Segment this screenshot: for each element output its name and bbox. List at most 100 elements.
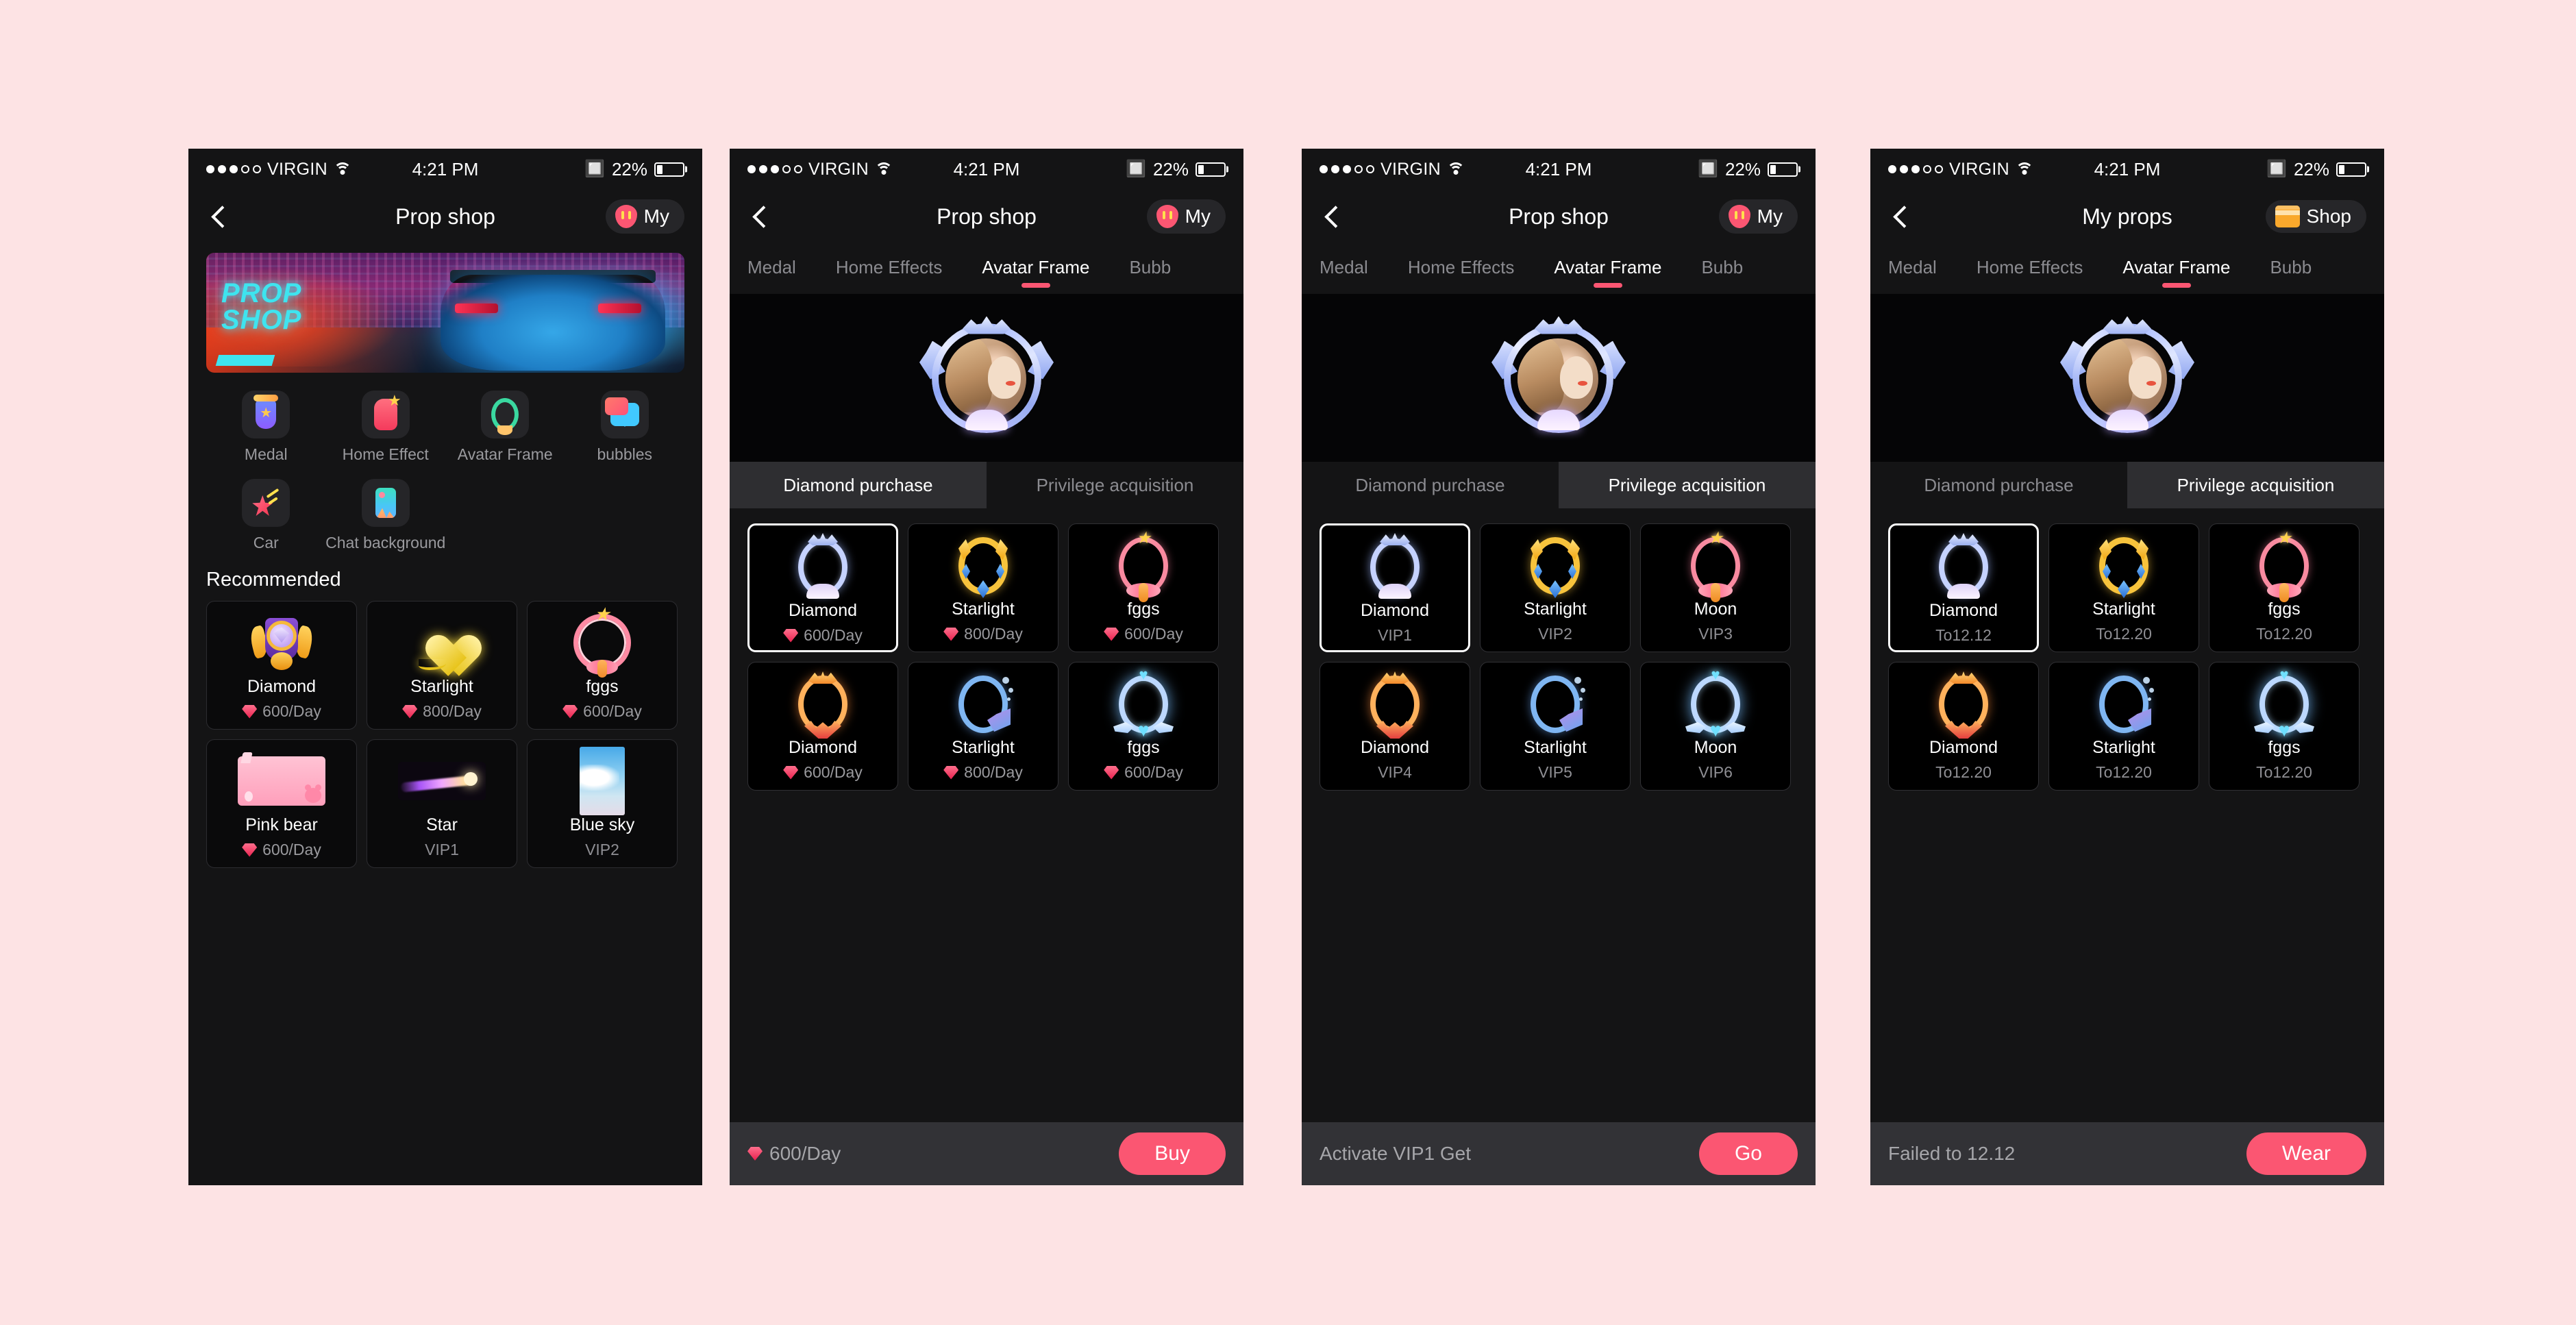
battery-icon (2336, 162, 2367, 177)
tab-home-effects[interactable]: Home Effects (1977, 257, 2083, 289)
banner-headline: PROP SHOP (221, 280, 301, 334)
my-button-label: My (1185, 206, 1211, 227)
signal-strength-icon (1320, 165, 1374, 173)
car-icon (242, 479, 290, 527)
banner-taillight-left (454, 303, 498, 313)
frame-card[interactable]: ♥ ♥ Moon VIP6 (1640, 662, 1791, 791)
section-title-recommended: Recommended (206, 569, 341, 591)
frame-card[interactable]: Starlight To12.20 (2048, 662, 2199, 791)
shop-button[interactable]: Shop (2265, 200, 2366, 233)
phone-screen-prop-shop-home: VIRGIN 4:21 PM 🔲 22% Prop shop My PROP S… (188, 149, 702, 1185)
frame-art (1370, 672, 1420, 736)
item-name: Diamond (1929, 601, 1998, 620)
category-item-home-effect[interactable]: Home Effect (326, 391, 446, 464)
battery-percent-label: 22% (2293, 158, 2330, 179)
avatar (2060, 316, 2182, 433)
nav-bar: Prop shop My (1302, 190, 1816, 243)
item-price: 600/Day (783, 763, 863, 782)
frame-card[interactable]: Diamond 600/Day (747, 662, 898, 791)
subtab-privilege-acquisition[interactable]: Privilege acquisition (1559, 462, 1816, 508)
category-item-chat-background[interactable]: Chat background (325, 479, 445, 552)
my-button[interactable]: My (1718, 199, 1798, 234)
category-item-avatar-frame[interactable]: Avatar Frame (445, 391, 565, 464)
chevron-left-icon[interactable] (1888, 203, 1916, 230)
frame-card[interactable]: Diamond To12.12 (1888, 523, 2039, 652)
category-label: Car (253, 534, 279, 552)
my-button[interactable]: My (605, 199, 684, 234)
buy-button[interactable]: Buy (1119, 1132, 1226, 1175)
wifi-icon (874, 162, 893, 176)
purchase-mode-tabs: Diamond purchase Privilege acquisition (730, 462, 1243, 508)
action-bar: 600/Day Buy (730, 1122, 1243, 1185)
frame-card[interactable]: Diamond VIP1 (1320, 523, 1470, 652)
wear-button[interactable]: Wear (2246, 1132, 2366, 1175)
tab-home-effects[interactable]: Home Effects (1408, 257, 1515, 289)
category-label: Home Effect (342, 445, 429, 463)
promo-banner[interactable]: PROP SHOP (206, 253, 684, 373)
banner-headline-line2: SHOP (221, 305, 302, 336)
subtab-diamond-purchase[interactable]: Diamond purchase (1302, 462, 1559, 508)
my-button-label: My (643, 206, 669, 227)
subtab-diamond-purchase[interactable]: Diamond purchase (1870, 462, 2127, 508)
tab-bubbles[interactable]: Bubb (1701, 257, 1743, 289)
frame-card[interactable]: ♥ ♥ fggs 600/Day (1068, 662, 1219, 791)
tab-avatar-frame[interactable]: Avatar Frame (2122, 257, 2230, 289)
tab-home-effects[interactable]: Home Effects (836, 257, 943, 289)
battery-icon (654, 162, 685, 177)
tab-bubbles[interactable]: Bubb (1129, 257, 1171, 289)
my-token-icon (615, 205, 637, 228)
recommended-card[interactable]: Blue sky VIP2 (527, 739, 678, 868)
frame-card[interactable]: Diamond 600/Day (747, 523, 898, 652)
action-bar-info-label: 600/Day (769, 1143, 841, 1164)
subtab-privilege-acquisition[interactable]: Privilege acquisition (2127, 462, 2384, 508)
frame-card[interactable]: ♥ ♥ fggs To12.20 (2209, 662, 2360, 791)
frame-card[interactable]: Starlight 800/Day (908, 523, 1058, 652)
frame-card[interactable]: Diamond VIP4 (1320, 662, 1470, 791)
item-price-label: 800/Day (964, 625, 1023, 643)
frame-card[interactable]: Starlight VIP5 (1480, 662, 1631, 791)
category-item-medal[interactable]: Medal (206, 391, 326, 464)
tab-avatar-frame[interactable]: Avatar Frame (982, 257, 1089, 289)
chevron-left-icon[interactable] (206, 203, 234, 230)
phone-screen-privilege-acquisition: VIRGIN 4:21 PM 🔲 22% Prop shop My Medal … (1302, 149, 1816, 1185)
frame-card[interactable]: ★ fggs To12.20 (2209, 523, 2360, 652)
tab-medal[interactable]: Medal (1888, 257, 1937, 289)
tab-medal[interactable]: Medal (747, 257, 796, 289)
tab-avatar-frame[interactable]: Avatar Frame (1554, 257, 1661, 289)
item-price: 600/Day (1104, 625, 1183, 643)
tab-medal[interactable]: Medal (1320, 257, 1368, 289)
recommended-card[interactable]: Diamond 600/Day (206, 601, 357, 730)
subtab-privilege-acquisition[interactable]: Privilege acquisition (987, 462, 1243, 508)
diamond-icon (1104, 627, 1119, 641)
recommended-card[interactable]: ★ fggs 600/Day (527, 601, 678, 730)
bluetooth-icon: 🔲 (2266, 160, 2287, 178)
frame-card[interactable]: Starlight 800/Day (908, 662, 1058, 791)
signal-strength-icon (1888, 165, 1943, 173)
tab-bubbles[interactable]: Bubb (2270, 257, 2312, 289)
item-name: Starlight (2092, 599, 2155, 619)
frame-art (798, 535, 847, 599)
frame-card[interactable]: ★ fggs 600/Day (1068, 523, 1219, 652)
battery-icon (1196, 162, 1226, 177)
recommended-card[interactable]: Star VIP1 (367, 739, 517, 868)
frame-card[interactable]: Starlight VIP2 (1480, 523, 1631, 652)
item-name: Starlight (1524, 599, 1587, 619)
my-button[interactable]: My (1146, 199, 1226, 234)
recommended-card[interactable]: Pink bear 600/Day (206, 739, 357, 868)
category-item-car[interactable]: Car (206, 479, 326, 552)
subtab-diamond-purchase[interactable]: Diamond purchase (730, 462, 987, 508)
diamond-icon (783, 765, 799, 780)
item-vip-label: VIP2 (1538, 625, 1572, 643)
frame-card[interactable]: Diamond To12.20 (1888, 662, 2039, 791)
frame-card[interactable]: ★ Moon VIP3 (1640, 523, 1791, 652)
category-label: bubbles (597, 445, 653, 463)
chevron-left-icon[interactable] (747, 203, 775, 230)
status-bar-left: VIRGIN (1888, 160, 2094, 179)
chevron-left-icon[interactable] (1320, 203, 1347, 230)
go-button[interactable]: Go (1698, 1132, 1798, 1175)
item-price: 600/Day (242, 841, 321, 859)
frame-art (1531, 534, 1580, 598)
category-item-bubbles[interactable]: bubbles (565, 391, 685, 464)
frame-card[interactable]: Starlight To12.20 (2048, 523, 2199, 652)
recommended-card[interactable]: Starlight 800/Day (367, 601, 517, 730)
